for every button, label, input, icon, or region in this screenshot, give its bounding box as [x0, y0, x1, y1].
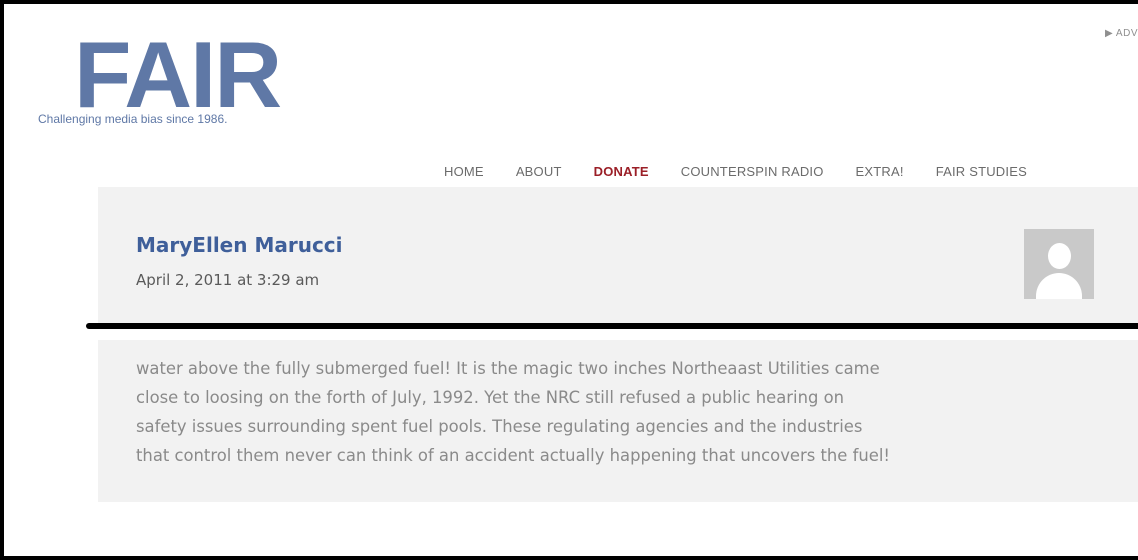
comment-text: water above the fully submerged fuel! It…: [136, 359, 890, 465]
comment-author[interactable]: MaryEllen Marucci: [136, 233, 343, 257]
comment-date[interactable]: April 2, 2011 at 3:29 am: [136, 271, 319, 289]
screenshot-frame: FAIR Challenging media bias since 1986. …: [0, 0, 1138, 560]
main-nav: HOME ABOUT DONATE COUNTERSPIN RADIO EXTR…: [444, 164, 1059, 179]
comment-header: MaryEllen Marucci April 2, 2011 at 3:29 …: [98, 187, 1138, 327]
nav-extra[interactable]: EXTRA!: [856, 164, 904, 179]
nav-donate[interactable]: DONATE: [594, 164, 649, 179]
black-divider-line: [86, 323, 1138, 329]
site-tagline: Challenging media bias since 1986.: [38, 112, 228, 126]
avatar-body-shape: [1036, 273, 1082, 299]
avatar-head-shape: [1048, 243, 1071, 269]
comment-body: water above the fully submerged fuel! It…: [98, 340, 1138, 502]
nav-about[interactable]: ABOUT: [516, 164, 562, 179]
nav-fair-studies[interactable]: FAIR STUDIES: [936, 164, 1027, 179]
nav-home[interactable]: HOME: [444, 164, 484, 179]
nav-counterspin-radio[interactable]: COUNTERSPIN RADIO: [681, 164, 824, 179]
default-avatar-icon: [1024, 229, 1094, 299]
top-advertise-link[interactable]: ▶ ADV: [1105, 28, 1138, 39]
fair-logo[interactable]: FAIR: [74, 28, 282, 122]
